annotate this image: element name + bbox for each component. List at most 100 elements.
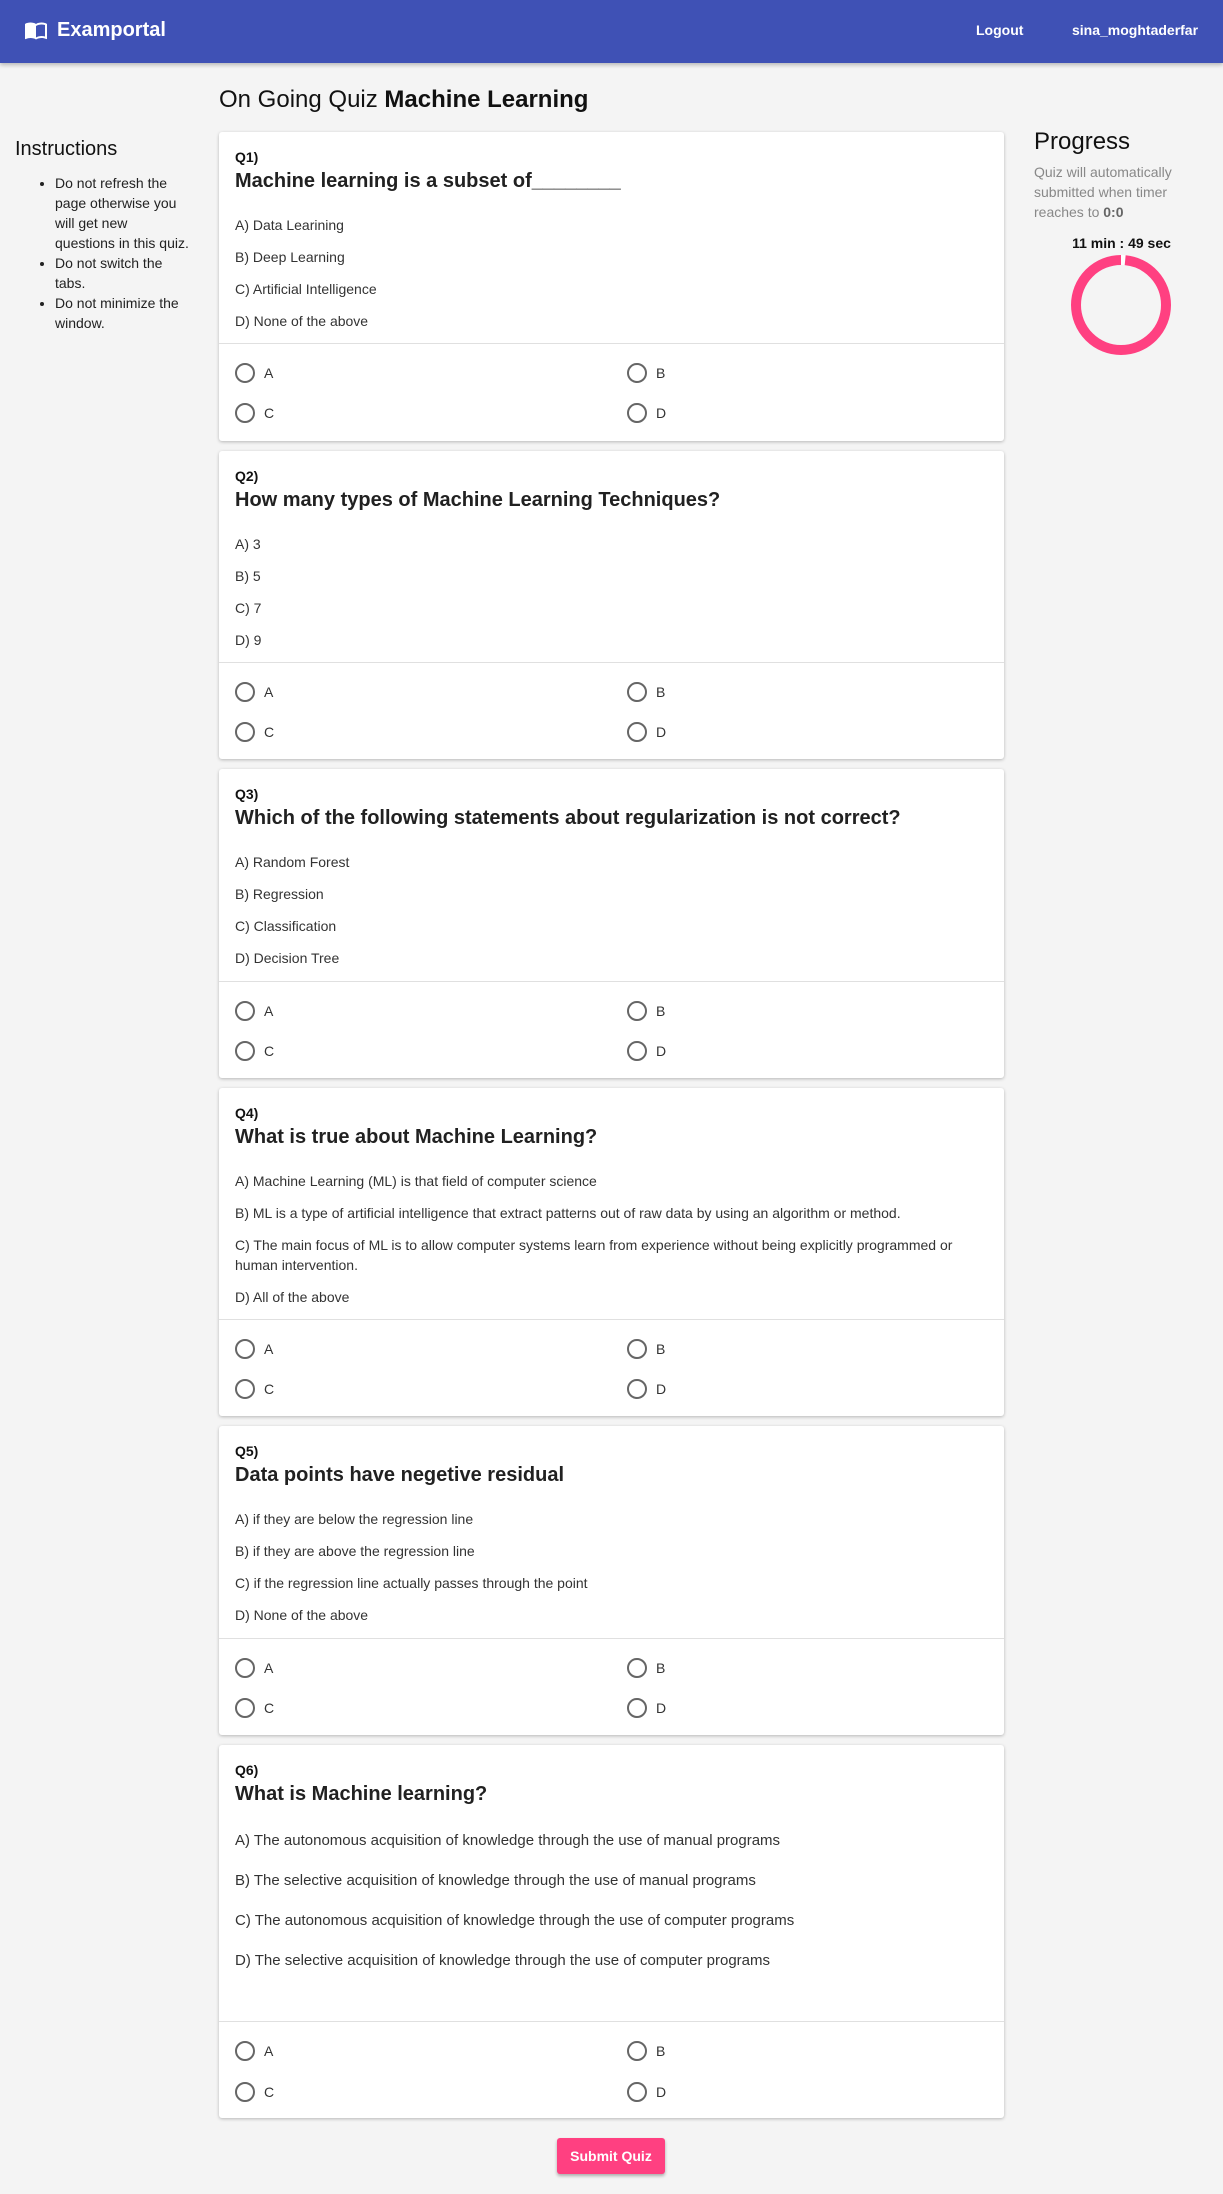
question-number: Q4) — [235, 1105, 259, 1121]
option-text: B) Deep Learning — [235, 249, 345, 265]
answer-radio-d[interactable]: D — [627, 1698, 666, 1718]
progress-panel: Progress Quiz will automatically submitt… — [1034, 128, 1194, 222]
radio-icon — [235, 1339, 255, 1359]
answer-radio-a[interactable]: A — [235, 1001, 273, 1021]
radio-label: D — [656, 1700, 667, 1716]
divider — [219, 1638, 1004, 1639]
radio-label: C — [264, 1700, 275, 1716]
answer-radio-b[interactable]: B — [627, 682, 665, 702]
brand[interactable]: Examportal — [24, 18, 166, 42]
question-number: Q5) — [235, 1443, 259, 1459]
username-link[interactable]: sina_moghtaderfar — [1072, 22, 1198, 38]
radio-icon — [627, 1379, 647, 1399]
radio-label: D — [656, 724, 667, 740]
answer-radio-c[interactable]: C — [235, 722, 274, 742]
radio-label: B — [656, 1003, 666, 1019]
answer-radio-a[interactable]: A — [235, 682, 273, 702]
option-list: A) The autonomous acquisition of knowled… — [235, 1831, 974, 1991]
option-list: A) if they are below the regression line… — [235, 1509, 974, 1637]
answer-radio-d[interactable]: D — [627, 1041, 666, 1061]
answer-radio-b[interactable]: B — [627, 1658, 665, 1678]
radio-label: A — [264, 1660, 274, 1676]
instruction-item: Do not refresh the page otherwise you wi… — [55, 173, 190, 253]
question-text: What is true about Machine Learning? — [235, 1126, 598, 1148]
question-card-6: Q6) What is Machine learning? A) The aut… — [219, 1745, 1004, 2118]
answer-radio-c[interactable]: C — [235, 1698, 274, 1718]
radio-label: B — [656, 2043, 666, 2059]
answer-radio-c[interactable]: C — [235, 2082, 274, 2102]
instructions-title: Instructions — [15, 138, 118, 160]
option-text: A) Data Learining — [235, 217, 344, 233]
answer-radio-c[interactable]: C — [235, 1379, 274, 1399]
logout-link[interactable]: Logout — [976, 22, 1023, 38]
option-text: B) Regression — [235, 886, 324, 902]
radio-label: B — [656, 365, 666, 381]
answer-radio-c[interactable]: C — [235, 1041, 274, 1061]
radio-label: B — [656, 1660, 666, 1676]
question-text: What is Machine learning? — [235, 1783, 488, 1805]
timer-progress-ring — [1071, 255, 1171, 355]
option-text: D) The selective acquisition of knowledg… — [235, 1952, 771, 1969]
quiz-title-prefix: On Going Quiz — [219, 86, 378, 113]
option-list: A) 3 B) 5 C) 7 D) 9 — [235, 534, 974, 662]
question-number: Q3) — [235, 786, 259, 802]
option-text: D) Decision Tree — [235, 950, 340, 966]
radio-icon — [627, 403, 647, 423]
page-title: On Going Quiz Machine Learning — [219, 86, 588, 114]
option-text: A) 3 — [235, 536, 261, 552]
option-text: A) The autonomous acquisition of knowled… — [235, 1832, 781, 1849]
option-text: B) The selective acquisition of knowledg… — [235, 1872, 756, 1889]
option-text: C) 7 — [235, 600, 262, 616]
answer-radio-b[interactable]: B — [627, 363, 665, 383]
answer-radio-b[interactable]: B — [627, 1001, 665, 1021]
radio-label: D — [656, 1381, 667, 1397]
radio-icon — [627, 1041, 647, 1061]
option-text: C) The main focus of ML is to allow comp… — [235, 1237, 953, 1273]
radio-icon — [235, 1041, 255, 1061]
answer-radio-d[interactable]: D — [627, 1379, 666, 1399]
timer-readout: 11 min : 49 sec — [1072, 235, 1171, 251]
radio-label: A — [264, 365, 274, 381]
radio-label: C — [264, 1043, 275, 1059]
radio-icon — [235, 682, 255, 702]
radio-icon — [627, 363, 647, 383]
radio-label: B — [656, 1341, 666, 1357]
divider — [219, 981, 1004, 982]
radio-label: A — [264, 684, 274, 700]
divider — [219, 1319, 1004, 1320]
question-text: Data points have negetive residual — [235, 1464, 564, 1486]
question-number: Q1) — [235, 149, 259, 165]
radio-icon — [627, 682, 647, 702]
radio-icon — [235, 722, 255, 742]
answer-radio-a[interactable]: A — [235, 2041, 273, 2061]
answer-radio-d[interactable]: D — [627, 403, 666, 423]
radio-label: B — [656, 684, 666, 700]
radio-label: D — [656, 405, 667, 421]
answer-radio-d[interactable]: D — [627, 2082, 666, 2102]
timer-ring-arc — [1071, 255, 1171, 355]
instructions-list: Do not refresh the page otherwise you wi… — [15, 173, 190, 333]
submit-quiz-button[interactable]: Submit Quiz — [557, 2138, 665, 2174]
radio-icon — [235, 363, 255, 383]
radio-label: A — [264, 2043, 274, 2059]
answer-radio-b[interactable]: B — [627, 2041, 665, 2061]
option-text: C) if the regression line actually passe… — [235, 1575, 588, 1591]
answer-radio-c[interactable]: C — [235, 403, 274, 423]
option-text: B) if they are above the regression line — [235, 1543, 475, 1559]
divider — [219, 343, 1004, 344]
answer-radio-d[interactable]: D — [627, 722, 666, 742]
question-number: Q2) — [235, 468, 259, 484]
answer-radio-a[interactable]: A — [235, 1658, 273, 1678]
radio-icon — [235, 2082, 255, 2102]
answer-radio-a[interactable]: A — [235, 363, 273, 383]
radio-icon — [627, 1001, 647, 1021]
question-card-5: Q5) Data points have negetive residual A… — [219, 1426, 1004, 1735]
question-card-2: Q2) How many types of Machine Learning T… — [219, 451, 1004, 759]
question-card-4: Q4) What is true about Machine Learning?… — [219, 1088, 1004, 1416]
answer-radio-b[interactable]: B — [627, 1339, 665, 1359]
progress-note-value: 0:0 — [1103, 204, 1124, 220]
question-card-3: Q3) Which of the following statements ab… — [219, 769, 1004, 1078]
answer-radio-a[interactable]: A — [235, 1339, 273, 1359]
option-list: A) Machine Learning (ML) is that field o… — [235, 1171, 974, 1319]
instruction-item: Do not minimize the window. — [55, 293, 190, 333]
